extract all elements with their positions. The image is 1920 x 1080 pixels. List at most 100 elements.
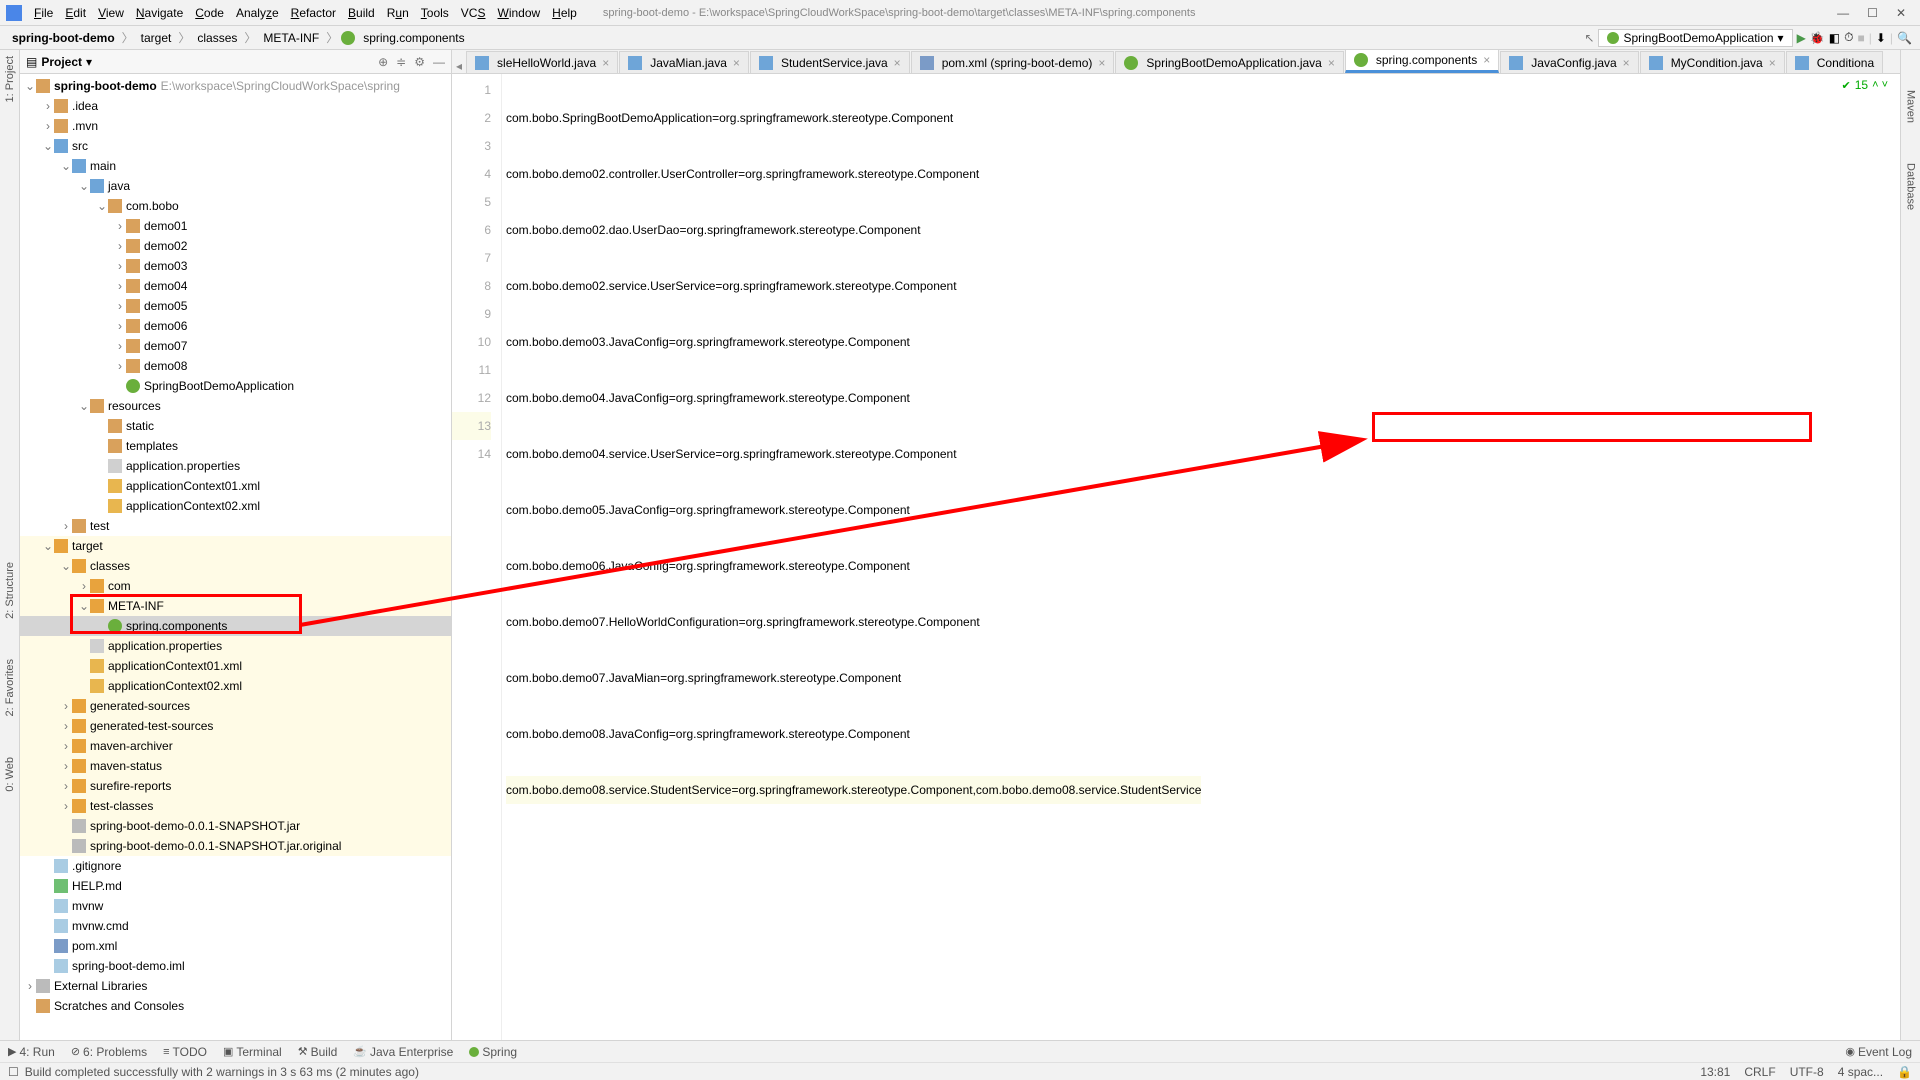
status-lock-icon[interactable]: 🔒: [1897, 1065, 1912, 1079]
menu-file[interactable]: File: [28, 4, 59, 22]
menu-tools[interactable]: Tools: [415, 4, 455, 22]
tool-todo[interactable]: ≡ TODO: [163, 1045, 207, 1059]
close-icon[interactable]: ×: [1769, 56, 1776, 70]
tab-javaconfig[interactable]: JavaConfig.java×: [1500, 51, 1638, 73]
tool-javaee[interactable]: ☕ Java Enterprise: [353, 1045, 453, 1059]
tool-project[interactable]: 1: Project: [4, 56, 16, 102]
close-icon[interactable]: ×: [602, 56, 609, 70]
project-view-icon[interactable]: ▤: [26, 55, 37, 69]
close-icon[interactable]: ×: [733, 56, 740, 70]
scroll-left-icon[interactable]: ◂: [452, 59, 466, 73]
tree-iml[interactable]: spring-boot-demo.iml: [20, 956, 451, 976]
tree-target[interactable]: ⌄target: [20, 536, 451, 556]
gear-icon[interactable]: ⚙: [414, 55, 425, 69]
tab-sbapp[interactable]: SpringBootDemoApplication.java×: [1115, 51, 1343, 73]
project-panel-title[interactable]: Project: [41, 55, 82, 69]
menu-analyze[interactable]: Analyze: [230, 4, 285, 22]
tree-extlib[interactable]: ›External Libraries: [20, 976, 451, 996]
tree-jar[interactable]: spring-boot-demo-0.0.1-SNAPSHOT.jar: [20, 816, 451, 836]
close-icon[interactable]: ×: [1623, 56, 1630, 70]
tool-maven[interactable]: Maven: [1905, 90, 1917, 123]
code-content[interactable]: com.bobo.SpringBootDemoApplication=org.s…: [502, 74, 1201, 1040]
run-config-dropdown[interactable]: SpringBootDemoApplication ▾: [1598, 29, 1792, 47]
tree-com[interactable]: ›com: [20, 576, 451, 596]
tree-sbapp[interactable]: SpringBootDemoApplication: [20, 376, 451, 396]
menu-build[interactable]: Build: [342, 4, 381, 22]
menu-help[interactable]: Help: [546, 4, 583, 22]
tree-demo07[interactable]: ›demo07: [20, 336, 451, 356]
crumb-root[interactable]: spring-boot-demo: [8, 29, 119, 47]
tree-static[interactable]: static: [20, 416, 451, 436]
tree-ctx01[interactable]: applicationContext01.xml: [20, 476, 451, 496]
tree-gensrc[interactable]: ›generated-sources: [20, 696, 451, 716]
close-icon[interactable]: ×: [894, 56, 901, 70]
tree-march[interactable]: ›maven-archiver: [20, 736, 451, 756]
tool-favorites[interactable]: 2: Favorites: [4, 659, 16, 716]
status-crlf[interactable]: CRLF: [1744, 1065, 1775, 1079]
tab-studentservice[interactable]: StudentService.java×: [750, 51, 910, 73]
coverage-icon[interactable]: ◧: [1829, 31, 1840, 45]
tree-demo02[interactable]: ›demo02: [20, 236, 451, 256]
tree-demo06[interactable]: ›demo06: [20, 316, 451, 336]
status-icon[interactable]: ☐: [8, 1065, 19, 1079]
menu-refactor[interactable]: Refactor: [285, 4, 342, 22]
tree-demo04[interactable]: ›demo04: [20, 276, 451, 296]
tree-templates[interactable]: templates: [20, 436, 451, 456]
run-icon[interactable]: ▶: [1797, 31, 1806, 45]
crumb-classes[interactable]: classes: [193, 29, 241, 47]
tree-ctx01b[interactable]: applicationContext01.xml: [20, 656, 451, 676]
debug-icon[interactable]: 🐞: [1810, 31, 1825, 45]
tree-src[interactable]: ⌄src: [20, 136, 451, 156]
tree-metainf[interactable]: ⌄META-INF: [20, 596, 451, 616]
tree-combobo[interactable]: ⌄com.bobo: [20, 196, 451, 216]
target-icon[interactable]: ⊕: [378, 55, 388, 69]
tool-problems[interactable]: ⊘ 6: Problems: [71, 1045, 147, 1059]
close-icon[interactable]: ×: [1328, 56, 1335, 70]
tree-root[interactable]: ⌄spring-boot-demoE:\workspace\SpringClou…: [20, 76, 451, 96]
tree-orig[interactable]: spring-boot-demo-0.0.1-SNAPSHOT.jar.orig…: [20, 836, 451, 856]
tree-demo05[interactable]: ›demo05: [20, 296, 451, 316]
update-icon[interactable]: ⬇: [1876, 31, 1886, 45]
tree-ctx02b[interactable]: applicationContext02.xml: [20, 676, 451, 696]
search-icon[interactable]: 🔍: [1897, 31, 1912, 45]
tree-gitig[interactable]: .gitignore: [20, 856, 451, 876]
code-editor[interactable]: 1234567891011121314 com.bobo.SpringBootD…: [452, 74, 1900, 1040]
tool-build[interactable]: ⚒ Build: [298, 1045, 338, 1059]
status-enc[interactable]: UTF-8: [1790, 1065, 1824, 1079]
minimize-icon[interactable]: —: [1837, 6, 1849, 20]
menu-code[interactable]: Code: [189, 4, 230, 22]
tree-mvn[interactable]: ›.mvn: [20, 116, 451, 136]
profile-icon[interactable]: ⏱: [1844, 30, 1853, 45]
tree-demo08[interactable]: ›demo08: [20, 356, 451, 376]
inspection-marker[interactable]: ✔ 15 ˄ ˅: [1842, 78, 1888, 92]
menu-vcs[interactable]: VCS: [455, 4, 492, 22]
tree-classes[interactable]: ⌄classes: [20, 556, 451, 576]
tool-web[interactable]: 0: Web: [4, 757, 16, 792]
tool-eventlog[interactable]: ◉ Event Log: [1845, 1045, 1912, 1059]
tree-springcomp[interactable]: spring.components: [20, 616, 451, 636]
close-icon[interactable]: ✕: [1896, 6, 1906, 20]
project-tree[interactable]: ⌄spring-boot-demoE:\workspace\SpringClou…: [20, 74, 451, 1040]
tool-run[interactable]: ▶ 4: Run: [8, 1045, 55, 1059]
tree-demo03[interactable]: ›demo03: [20, 256, 451, 276]
menu-edit[interactable]: Edit: [59, 4, 92, 22]
menu-run[interactable]: Run: [381, 4, 415, 22]
tab-pom[interactable]: pom.xml (spring-boot-demo)×: [911, 51, 1115, 73]
tool-spring[interactable]: Spring: [469, 1045, 517, 1059]
tree-appprops2[interactable]: application.properties: [20, 636, 451, 656]
tree-test[interactable]: ›test: [20, 516, 451, 536]
close-icon[interactable]: ×: [1483, 53, 1490, 67]
tool-terminal[interactable]: ▣ Terminal: [223, 1045, 282, 1059]
tab-springcomponents[interactable]: spring.components×: [1345, 50, 1499, 73]
tool-structure[interactable]: 2: Structure: [4, 562, 16, 619]
tab-javamian[interactable]: JavaMian.java×: [619, 51, 749, 73]
tree-idea[interactable]: ›.idea: [20, 96, 451, 116]
stop-icon[interactable]: ■: [1857, 31, 1864, 45]
tree-gentest[interactable]: ›generated-test-sources: [20, 716, 451, 736]
collapse-icon[interactable]: ≑: [396, 55, 406, 69]
tab-conditiona[interactable]: Conditiona: [1786, 51, 1883, 73]
tab-mycondition[interactable]: MyCondition.java×: [1640, 51, 1785, 73]
status-pos[interactable]: 13:81: [1700, 1065, 1730, 1079]
crumb-target[interactable]: target: [137, 29, 176, 47]
back-icon[interactable]: ↖: [1584, 31, 1594, 45]
